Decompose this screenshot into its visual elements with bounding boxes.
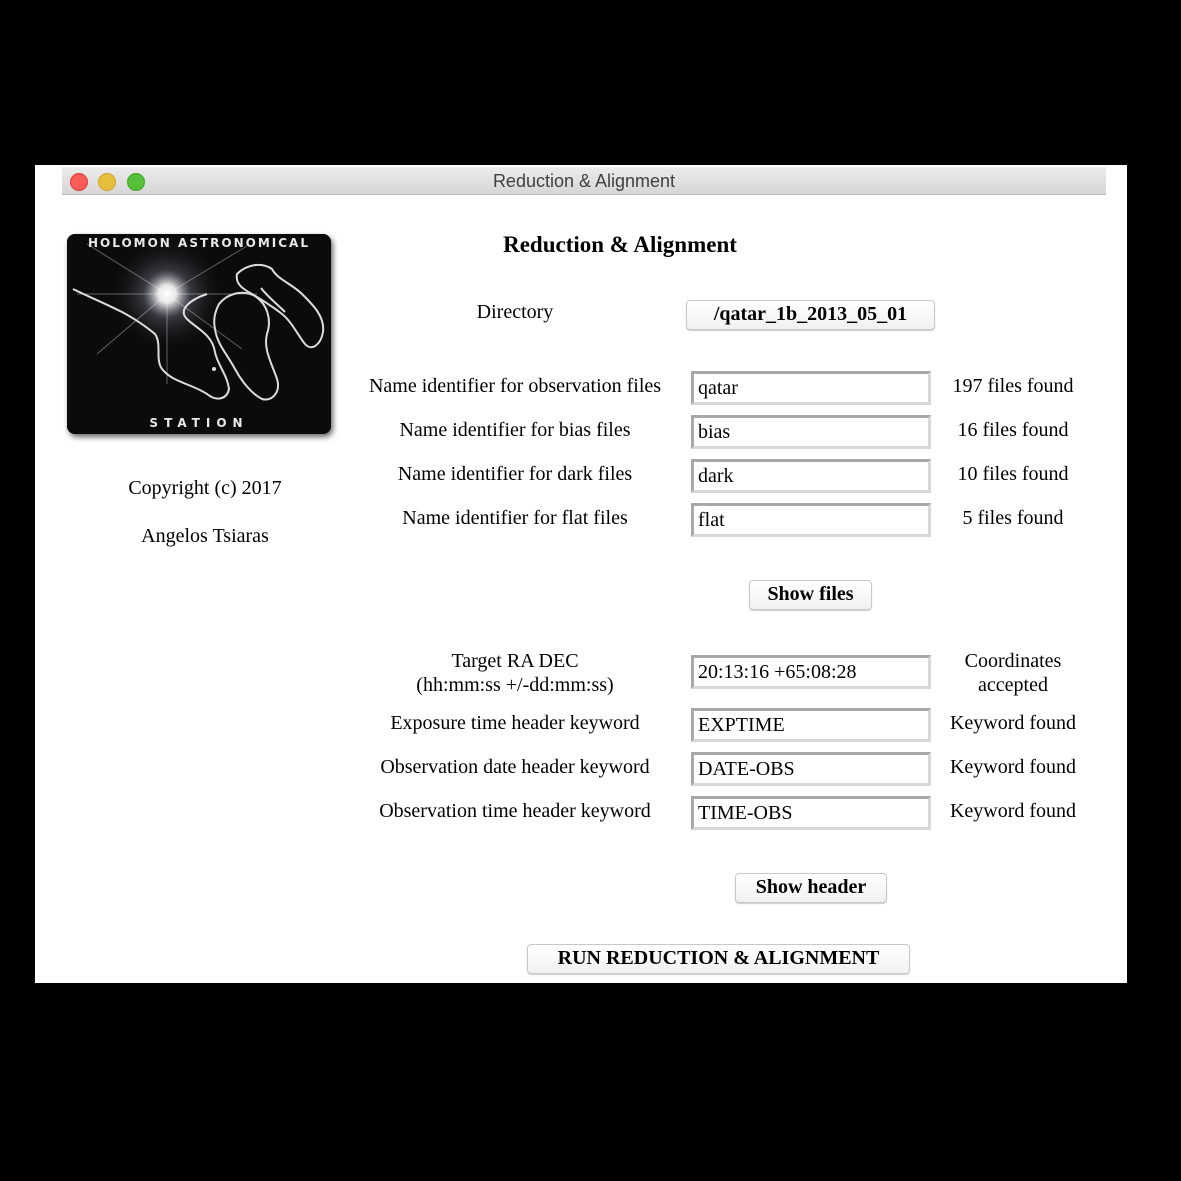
page-heading: Reduction & Alignment bbox=[503, 232, 737, 257]
directory-label: Directory bbox=[476, 301, 554, 323]
logo-bottom-text: STATION bbox=[149, 416, 249, 430]
observation-files-status: 197 files found bbox=[952, 375, 1074, 397]
date-keyword-status: Keyword found bbox=[949, 756, 1077, 778]
show-files-button[interactable]: Show files bbox=[749, 580, 872, 610]
show-header-button[interactable]: Show header bbox=[735, 873, 887, 903]
copyright-text: Copyright (c) 2017 bbox=[128, 477, 282, 499]
time-keyword-status: Keyword found bbox=[949, 800, 1077, 822]
flat-files-input[interactable] bbox=[691, 503, 931, 537]
bias-files-status: 16 files found bbox=[957, 419, 1069, 441]
target-label-line1: Target RA DEC bbox=[451, 650, 579, 672]
dark-files-label: Name identifier for dark files bbox=[397, 463, 633, 485]
target-status-line2: accepted bbox=[978, 674, 1048, 696]
date-keyword-label: Observation date header keyword bbox=[380, 756, 650, 778]
date-keyword-input[interactable] bbox=[691, 752, 931, 786]
target-status: Coordinates accepted bbox=[933, 649, 1093, 697]
dark-files-status: 10 files found bbox=[957, 463, 1069, 485]
dark-files-input[interactable] bbox=[691, 459, 931, 493]
station-map-icon bbox=[67, 234, 331, 434]
time-keyword-label: Observation time header keyword bbox=[379, 800, 651, 822]
exposure-keyword-input[interactable] bbox=[691, 708, 931, 742]
observation-files-label: Name identifier for observation files bbox=[368, 375, 662, 397]
directory-button[interactable]: /qatar_1b_2013_05_01 bbox=[686, 300, 935, 330]
holomon-logo: HOLOMON ASTRONOMICAL STATION bbox=[67, 234, 331, 434]
window-title: Reduction & Alignment bbox=[492, 171, 676, 191]
author-text: Angelos Tsiaras bbox=[141, 525, 269, 547]
target-label-line2: (hh:mm:ss +/-dd:mm:ss) bbox=[416, 674, 614, 696]
bias-files-label: Name identifier for bias files bbox=[399, 419, 631, 441]
target-status-line1: Coordinates bbox=[964, 650, 1062, 672]
target-label: Target RA DEC (hh:mm:ss +/-dd:mm:ss) bbox=[350, 649, 680, 697]
run-reduction-button[interactable]: RUN REDUCTION & ALIGNMENT bbox=[527, 944, 910, 974]
time-keyword-input[interactable] bbox=[691, 796, 931, 830]
title-bar: Reduction & Alignment bbox=[62, 167, 1106, 195]
observation-files-input[interactable] bbox=[691, 371, 931, 405]
bias-files-input[interactable] bbox=[691, 415, 931, 449]
target-coordinates-input[interactable] bbox=[691, 655, 931, 689]
app-window: Reduction & Alignment HOLOMON ASTRONOMIC… bbox=[35, 165, 1127, 983]
logo-top-text: HOLOMON ASTRONOMICAL bbox=[88, 236, 310, 250]
flat-files-status: 5 files found bbox=[962, 507, 1064, 529]
exposure-keyword-label: Exposure time header keyword bbox=[390, 712, 640, 734]
exposure-keyword-status: Keyword found bbox=[949, 712, 1077, 734]
flat-files-label: Name identifier for flat files bbox=[402, 507, 628, 529]
